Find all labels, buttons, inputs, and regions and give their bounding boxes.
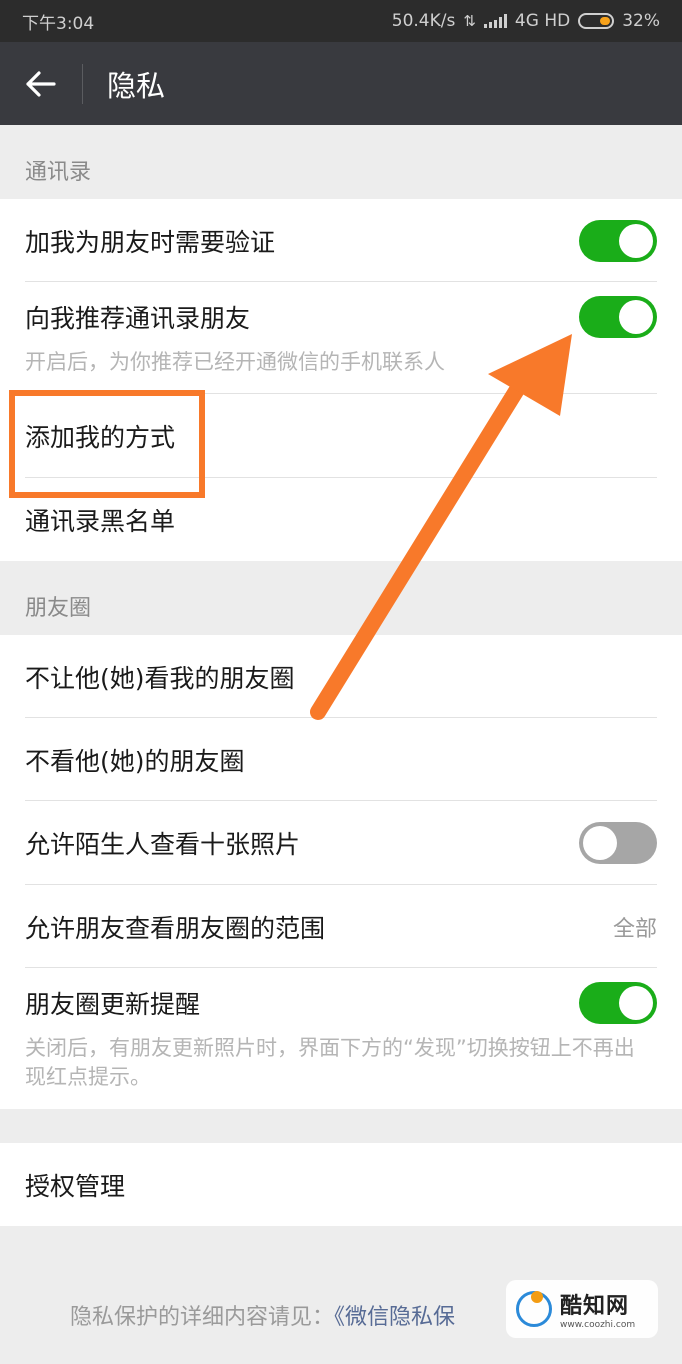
network-type: 4G HD bbox=[514, 11, 571, 31]
annotation-highlight-box bbox=[9, 390, 205, 498]
page-title: 隐私 bbox=[107, 68, 166, 103]
moments-range-value: 全部 bbox=[612, 916, 657, 942]
watermark: 酷知网 www.coozhi.com bbox=[506, 1280, 658, 1338]
auth-group: 授权管理 bbox=[0, 1143, 682, 1226]
hide-my-moments-label: 不让他(她)看我的朋友圈 bbox=[25, 663, 295, 693]
section-title-moments: 朋友圈 bbox=[25, 596, 92, 621]
stranger-photos-toggle[interactable] bbox=[579, 822, 657, 864]
recommend-contacts-row[interactable]: 向我推荐通讯录朋友 开启后，为你推荐已经开通微信的手机联系人 bbox=[0, 282, 682, 394]
data-transfer-icon: ⇅ bbox=[463, 12, 476, 30]
recommend-contacts-label: 向我推荐通讯录朋友 bbox=[25, 304, 251, 333]
moments-update-toggle[interactable] bbox=[579, 982, 657, 1024]
moments-group: 不让他(她)看我的朋友圈 不看他(她)的朋友圈 允许陌生人查看十张照片 允许朋友… bbox=[0, 635, 682, 1109]
privacy-footer-text: 隐私保护的详细内容请见：《微信隐私保 bbox=[70, 1299, 455, 1331]
battery-icon bbox=[578, 13, 615, 29]
contacts-group: 加我为朋友时需要验证 向我推荐通讯录朋友 开启后，为你推荐已经开通微信的手机联系… bbox=[0, 199, 682, 561]
moments-update-row[interactable]: 朋友圈更新提醒 关闭后，有朋友更新照片时，界面下方的“发现”切换按钮上不再出现红… bbox=[0, 968, 682, 1109]
status-bar: 下午3:04 50.4K/s ⇅ 4G HD 32% bbox=[0, 0, 682, 42]
watermark-name: 酷知网 bbox=[560, 1294, 630, 1319]
moments-update-label: 朋友圈更新提醒 bbox=[25, 990, 201, 1019]
hide-their-moments-label: 不看他(她)的朋友圈 bbox=[25, 746, 245, 776]
moments-update-desc: 关闭后，有朋友更新照片时，界面下方的“发现”切换按钮上不再出现红点提示。 bbox=[25, 1036, 635, 1089]
watermark-url: www.coozhi.com bbox=[560, 1320, 636, 1330]
verify-friend-label: 加我为朋友时需要验证 bbox=[25, 227, 276, 257]
watermark-logo-icon bbox=[516, 1291, 552, 1327]
recommend-contacts-toggle[interactable] bbox=[579, 296, 657, 338]
status-right: 50.4K/s ⇅ 4G HD 32% bbox=[392, 11, 660, 31]
privacy-policy-link[interactable]: 《微信隐私保 bbox=[334, 1305, 455, 1330]
hide-my-moments-row[interactable]: 不让他(她)看我的朋友圈 bbox=[0, 635, 682, 718]
verify-friend-toggle[interactable] bbox=[579, 219, 657, 262]
verify-friend-row[interactable]: 加我为朋友时需要验证 bbox=[0, 199, 682, 282]
auth-management-row[interactable]: 授权管理 bbox=[0, 1143, 682, 1226]
watermark-text: 酷知网 www.coozhi.com bbox=[560, 1288, 635, 1330]
moments-range-row[interactable]: 允许朋友查看朋友圈的范围 全部 bbox=[0, 885, 682, 968]
network-speed: 50.4K/s bbox=[391, 11, 456, 31]
recommend-contacts-desc: 开启后，为你推荐已经开通微信的手机联系人 bbox=[25, 350, 445, 374]
privacy-footer-prefix: 隐私保护的详细内容请见： bbox=[70, 1305, 335, 1330]
stranger-photos-row[interactable]: 允许陌生人查看十张照片 bbox=[0, 801, 682, 885]
nav-divider bbox=[82, 63, 83, 104]
moments-range-label: 允许朋友查看朋友圈的范围 bbox=[25, 913, 326, 943]
back-button[interactable] bbox=[0, 42, 82, 125]
battery-level: 32% bbox=[622, 11, 660, 31]
hide-their-moments-row[interactable]: 不看他(她)的朋友圈 bbox=[0, 718, 682, 801]
signal-icon bbox=[483, 14, 507, 28]
auth-management-label: 授权管理 bbox=[25, 1171, 126, 1201]
stranger-photos-label: 允许陌生人查看十张照片 bbox=[25, 830, 301, 859]
status-time: 下午3:04 bbox=[22, 13, 95, 34]
nav-bar: 隐私 bbox=[0, 42, 682, 125]
section-title-contacts: 通讯录 bbox=[25, 160, 92, 185]
back-arrow-icon bbox=[26, 70, 56, 97]
contacts-blacklist-label: 通讯录黑名单 bbox=[25, 506, 176, 536]
